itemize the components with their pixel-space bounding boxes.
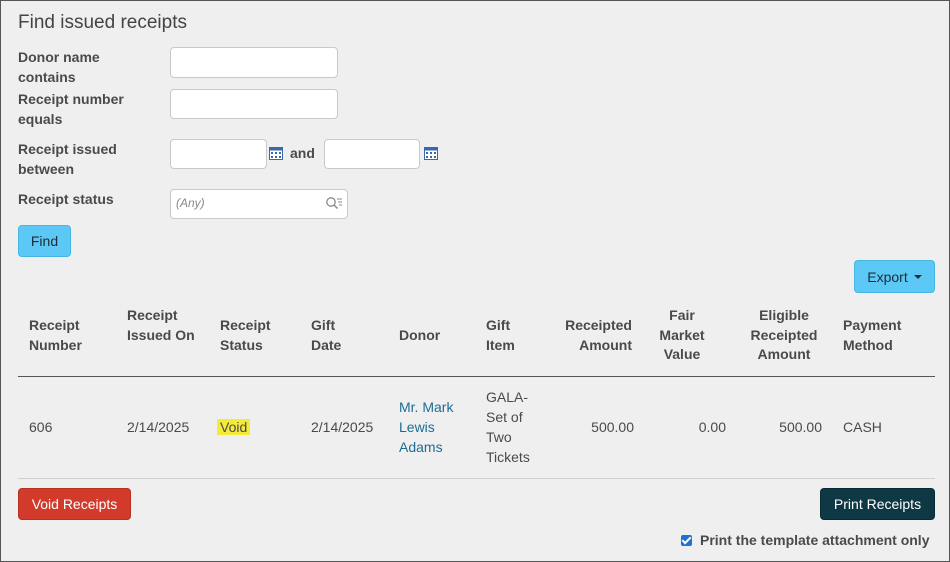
cell-fair-market-value: 0.00 <box>698 419 726 435</box>
col-header-fair-market-value: Fair Market Value <box>659 307 705 362</box>
date-to-input[interactable] <box>324 139 420 169</box>
cell-issued-on: 2/14/2025 <box>127 419 190 435</box>
and-label: and <box>290 145 315 161</box>
print-template-label: Print the template attachment only <box>700 532 930 548</box>
table-row-divider <box>18 478 935 479</box>
export-label: Export <box>867 268 908 285</box>
receipt-status-label: Receipt status <box>18 191 114 207</box>
col-header-status: Receipt Status <box>220 317 271 353</box>
table-header-divider <box>18 376 935 377</box>
donor-name-label: Donor name contains <box>18 49 100 85</box>
col-header-donor: Donor <box>399 327 441 343</box>
caret-down-icon <box>913 274 922 279</box>
cell-receipt-number: 606 <box>29 419 53 435</box>
find-receipts-panel: Find issued receipts Donor name contains… <box>0 0 950 562</box>
cell-payment-method: CASH <box>843 419 882 435</box>
issued-between-label: Receipt issued between <box>18 141 117 177</box>
donor-name-input[interactable] <box>170 47 338 78</box>
col-header-eligible-amount: Eligible Receipted Amount <box>750 307 818 362</box>
date-from-input[interactable] <box>170 139 267 169</box>
void-receipts-button[interactable]: Void Receipts <box>18 488 131 520</box>
cell-receipted-amount: 500.00 <box>591 419 634 435</box>
receipt-number-input[interactable] <box>170 89 338 119</box>
cell-gift-date: 2/14/2025 <box>311 419 374 435</box>
print-template-option[interactable]: Print the template attachment only <box>681 532 929 548</box>
col-header-receipt-number: Receipt Number <box>29 317 82 353</box>
page-title: Find issued receipts <box>18 12 187 33</box>
cell-gift-item: GALA- Set of Two Tickets <box>486 389 530 465</box>
search-list-icon <box>326 197 342 210</box>
cell-status: Void <box>217 417 251 437</box>
receipt-status-placeholder: (Any) <box>176 196 205 210</box>
calendar-to-icon[interactable] <box>424 147 438 160</box>
col-header-payment-method: Payment Method <box>843 317 902 353</box>
print-receipts-button[interactable]: Print Receipts <box>820 488 935 520</box>
col-header-gift-item: Gift Item <box>486 317 515 353</box>
export-button[interactable]: Export <box>854 260 935 293</box>
col-header-receipted-amount: Receipted Amount <box>565 317 632 353</box>
status-badge: Void <box>217 419 251 435</box>
cell-eligible-amount: 500.00 <box>779 419 822 435</box>
donor-link[interactable]: Mr. Mark Lewis Adams <box>399 397 467 457</box>
find-button[interactable]: Find <box>18 225 71 257</box>
print-template-checkbox[interactable] <box>681 534 692 546</box>
receipt-number-label: Receipt number equals <box>18 91 124 127</box>
col-header-gift-date: Gift Date <box>311 317 342 353</box>
calendar-from-icon[interactable] <box>269 147 283 160</box>
col-header-issued-on: Receipt Issued On <box>127 307 195 343</box>
receipt-status-select[interactable]: (Any) <box>170 189 348 219</box>
